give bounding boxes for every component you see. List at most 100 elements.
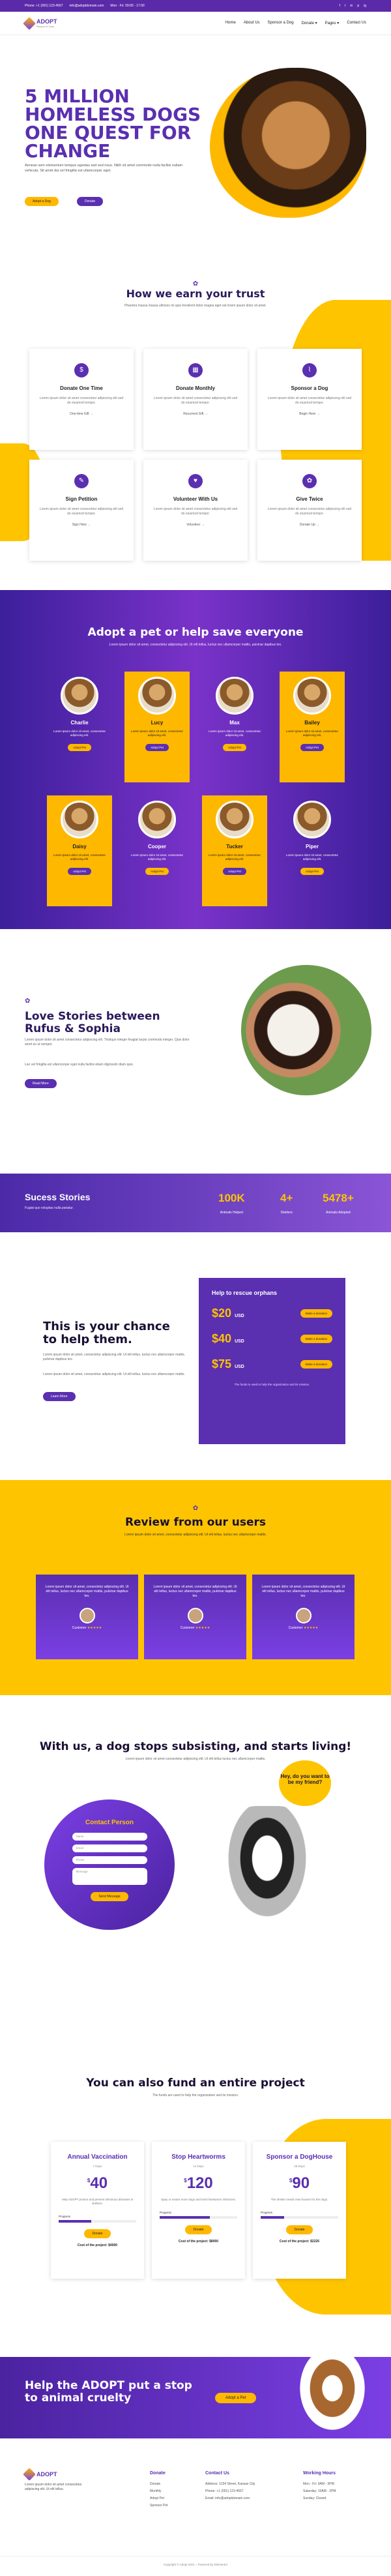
card-text: Lorem ipsum dolor sit amet consectetur a…	[267, 507, 352, 516]
review-subtitle: Lorem ipsum dolor sit amet, consectetur …	[124, 1533, 267, 1537]
adopt-pet-cta-button[interactable]: Adopt a Pet	[215, 2393, 257, 2403]
pet-card[interactable]: Charlie Lorem ipsum dolor sit amet, conse…	[47, 672, 112, 782]
card-link[interactable]: Donate Up →	[267, 523, 353, 527]
earn-card[interactable]: ✎ Sign Petition Lorem ipsum dolor sit amet…	[29, 460, 134, 561]
stat-value: 5478+	[323, 1192, 354, 1204]
card-text: Lorem ipsum dolor sit amet consectetur a…	[39, 507, 124, 516]
pinterest-icon[interactable]: p	[357, 4, 359, 8]
card-link[interactable]: Recurrent Gift →	[152, 412, 239, 416]
send-message-button[interactable]: Send Message	[91, 1892, 128, 1901]
earn-trust-section: ✿ How we earn your trust Pharetra massa …	[0, 261, 391, 574]
pet-text: Lorem ipsum dolor sit amet, consectetur …	[130, 853, 184, 861]
stat-label: Animals Adopted	[326, 1211, 351, 1215]
pet-card[interactable]: Max Lorem ipsum dolor sit amet, consectet…	[202, 672, 267, 782]
adopt-title: Adopt a pet or help save everyone	[87, 626, 304, 639]
adopt-dog-button[interactable]: Adopt a Dog	[25, 197, 59, 206]
make-donation-button[interactable]: Make a donation	[300, 1335, 332, 1343]
adopt-pet-button[interactable]: Adopt Pet	[145, 744, 169, 751]
card-text: Lorem ipsum dolor sit amet consectetur a…	[267, 396, 352, 405]
earn-card[interactable]: ⌇ Sponsor a Dog Lorem ipsum dolor sit amet…	[257, 349, 362, 450]
message-field[interactable]: Message	[72, 1868, 147, 1885]
pet-photo	[293, 677, 331, 715]
earn-card[interactable]: ♥ Volunteer With Us Lorem ipsum dolor sit …	[143, 460, 248, 561]
logo-tagline: Rescue & Care	[36, 25, 55, 28]
logo[interactable]: ADOPT Rescue & Care	[23, 16, 57, 30]
footer-heading: Contact Us	[205, 2471, 229, 2476]
footer-link[interactable]: Monthly	[150, 2488, 168, 2495]
progress-label: Progress	[261, 2211, 273, 2214]
adopt-pet-button[interactable]: Adopt Pet	[145, 868, 169, 875]
earn-card[interactable]: ▦ Donate Monthly Lorem ipsum dolor sit ame…	[143, 349, 248, 450]
pet-photo	[61, 677, 98, 715]
pet-card[interactable]: Daisy Lorem ipsum dolor sit amet, consect…	[47, 795, 112, 906]
donate-button[interactable]: Donate	[84, 2229, 111, 2238]
bone-icon: ⌇	[302, 363, 317, 378]
nav-donate[interactable]: Donate ▾	[302, 21, 317, 25]
pen-icon: ✎	[74, 474, 89, 488]
adopt-pet-button[interactable]: Adopt Pet	[300, 868, 324, 875]
card-link[interactable]: One-time Gift →	[38, 412, 124, 416]
pet-card[interactable]: Piper Lorem ipsum dolor sit amet, consect…	[280, 795, 345, 906]
email-field[interactable]: Email	[72, 1844, 147, 1852]
girl-dog-image	[241, 965, 371, 1095]
footer-link[interactable]: Adopt Pet	[150, 2495, 168, 2502]
adopt-pet-button[interactable]: Adopt Pet	[223, 744, 246, 751]
chance-section: This is your chance to help them. Lorem …	[0, 1278, 391, 1460]
cta-title: Help the ADOPT put a stop to animal crue…	[25, 2379, 192, 2405]
pet-photo	[293, 801, 331, 838]
card-link[interactable]: Sign Here →	[38, 523, 124, 527]
footer-hours-line: Saturday: 10AM - 2PM	[303, 2489, 336, 2493]
pet-text: Lorem ipsum dolor sit amet, consectetur …	[130, 730, 184, 737]
footer-email[interactable]: Email: info@adoptdomain.com	[205, 2495, 255, 2502]
card-link[interactable]: Begin Here →	[267, 412, 353, 416]
donate-button[interactable]: Donate	[77, 197, 104, 206]
pet-card[interactable]: Lucy Lorem ipsum dolor sit amet, consecte…	[124, 672, 190, 782]
adopt-pet-button[interactable]: Adopt Pet	[223, 868, 246, 875]
learn-more-button[interactable]: Learn More	[43, 1392, 76, 1401]
story-title: Love Stories between Rufus & Sophia	[25, 1010, 160, 1035]
make-donation-button[interactable]: Make a donation	[300, 1360, 332, 1369]
make-donation-button[interactable]: Make a donation	[300, 1309, 332, 1318]
footer-hours: Working Hours Mon - Fri: 9AM - 5PM Satur…	[303, 2470, 336, 2502]
star-rating-icon: ★★★★★	[303, 1626, 319, 1630]
nav-sponsor[interactable]: Sponsor a Dog	[268, 21, 294, 25]
card-title: Donate Monthly	[176, 385, 215, 391]
pet-card[interactable]: Cooper Lorem ipsum dolor sit amet, consec…	[124, 795, 190, 906]
read-more-button[interactable]: Read More	[25, 1079, 57, 1088]
adopt-pet-button[interactable]: Adopt Pet	[68, 868, 91, 875]
footer-logo[interactable]: ADOPT	[23, 2468, 96, 2481]
email-text[interactable]: info@adoptdomain.com	[70, 4, 104, 8]
adopt-pet-button[interactable]: Adopt Pet	[300, 744, 324, 751]
rescue-title: Help to rescue orphans	[212, 1290, 278, 1296]
success-subtitle: Fugiat quo voluptas nulla pariatur.	[25, 1206, 74, 1210]
card-text: Lorem ipsum dolor sit amet consectetur a…	[39, 396, 124, 405]
pet-card[interactable]: Tucker Lorem ipsum dolor sit amet, consec…	[202, 795, 267, 906]
adopt-pet-button[interactable]: Adopt Pet	[68, 744, 91, 751]
linkedin-icon[interactable]: in	[350, 4, 353, 8]
donate-button[interactable]: Donate	[185, 2225, 212, 2234]
earn-card[interactable]: $ Donate One Time Lorem ipsum dolor sit am…	[29, 349, 134, 450]
name-field[interactable]: Name	[72, 1833, 147, 1841]
hero-text: Aenean sem elementum tempus egestas sed …	[25, 164, 183, 173]
instagram-icon[interactable]: ig	[364, 4, 366, 8]
footer-link[interactable]: Donate	[150, 2481, 168, 2488]
pet-text: Lorem ipsum dolor sit amet, consectetur …	[53, 853, 106, 861]
nav-contact[interactable]: Contact Us	[347, 21, 366, 25]
footer-contact: Contact Us Address: 1234 Street, Kansas …	[205, 2470, 255, 2502]
pet-card[interactable]: Bailey Lorem ipsum dolor sit amet, consec…	[280, 672, 345, 782]
card-link[interactable]: Volunteer →	[152, 523, 239, 527]
pet-name: Piper	[305, 844, 319, 850]
story-text: Lorem ipsum dolor sit amet consectetur a…	[25, 1038, 190, 1046]
nav-home[interactable]: Home	[225, 21, 236, 25]
adopt-subtitle: Lorem ipsum dolor sit amet, consectetur …	[109, 643, 282, 647]
paw-icon: ✿	[192, 280, 199, 288]
nav-about[interactable]: About Us	[244, 21, 260, 25]
nav-pages[interactable]: Pages ▾	[325, 21, 340, 25]
coin-icon: $	[74, 363, 89, 378]
donate-button[interactable]: Donate	[286, 2225, 313, 2234]
review-card: Lorem ipsum dolor sit amet, consectetur …	[36, 1575, 138, 1659]
footer-link[interactable]: Sponsor Pet	[150, 2502, 168, 2509]
earn-card[interactable]: ✿ Give Twice Lorem ipsum dolor sit amet co…	[257, 460, 362, 561]
love-story-section: ✿ Love Stories between Rufus & Sophia Lo…	[0, 965, 391, 1154]
phone-field[interactable]: Phone	[72, 1856, 147, 1864]
